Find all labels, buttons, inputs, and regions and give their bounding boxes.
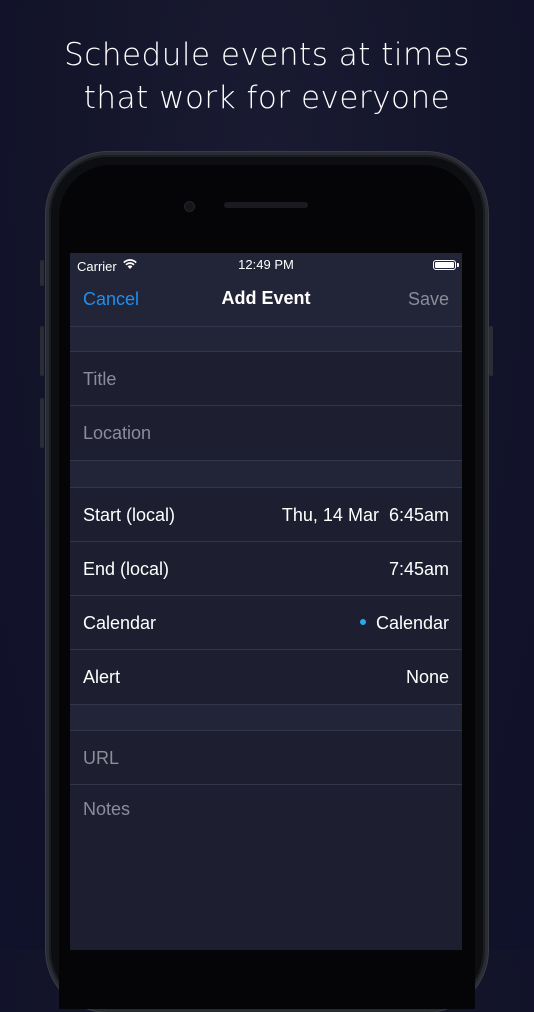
volume-down-button (40, 398, 44, 448)
details-group: Title Location (70, 351, 462, 461)
battery-icon (433, 260, 459, 270)
calendar-color-dot-icon (359, 619, 366, 626)
page-title: Add Event (221, 288, 311, 308)
headline-line-1: Schedule events at times (64, 37, 470, 73)
alert-label: Alert (83, 667, 121, 687)
url-placeholder: URL (83, 748, 120, 768)
navigation-bar: Cancel Add Event Save (70, 277, 462, 327)
marketing-headline: Schedule events at times that work for e… (0, 34, 534, 120)
save-button[interactable]: Save (408, 289, 449, 310)
calendar-value-wrap: Calendar (359, 613, 449, 634)
title-field[interactable]: Title (70, 352, 462, 406)
extra-group: URL Notes (70, 730, 462, 950)
end-label: End (local) (83, 559, 170, 579)
location-field[interactable]: Location (70, 406, 462, 460)
front-camera (184, 201, 195, 212)
calendar-row[interactable]: Calendar Calendar (70, 596, 462, 650)
volume-up-button (40, 326, 44, 376)
phone-screen: Carrier 12:49 PM Cancel Add Event Save T… (70, 253, 462, 950)
notes-placeholder: Notes (83, 799, 131, 819)
calendar-label: Calendar (83, 613, 157, 633)
url-field[interactable]: URL (70, 731, 462, 785)
location-placeholder: Location (83, 423, 152, 443)
start-label: Start (local) (83, 505, 176, 525)
status-time: 12:49 PM (238, 257, 294, 272)
power-button (489, 326, 493, 376)
notes-field[interactable]: Notes (70, 785, 462, 950)
title-placeholder: Title (83, 369, 117, 389)
schedule-group: Start (local) Thu, 14 Mar 6:45am End (lo… (70, 487, 462, 705)
alert-row[interactable]: Alert None (70, 650, 462, 704)
start-value: Thu, 14 Mar 6:45am (281, 505, 449, 525)
mute-switch (40, 260, 44, 286)
headline-line-2: that work for everyone (83, 80, 451, 116)
status-bar: Carrier 12:49 PM (70, 253, 462, 277)
alert-value: None (405, 667, 449, 687)
calendar-value: Calendar (375, 613, 449, 633)
start-row[interactable]: Start (local) Thu, 14 Mar 6:45am (70, 488, 462, 542)
earpiece-speaker (224, 202, 308, 208)
end-row[interactable]: End (local) 7:45am (70, 542, 462, 596)
end-value: 7:45am (388, 559, 449, 579)
